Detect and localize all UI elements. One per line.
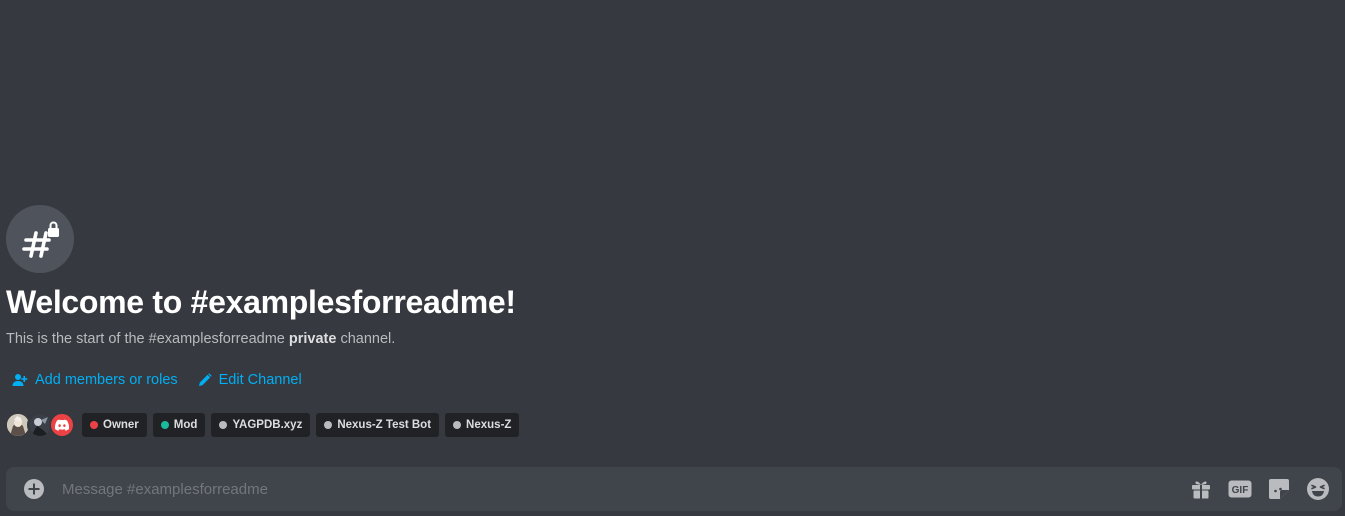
role-name: Nexus-Z Test Bot (337, 419, 432, 431)
add-members-icon (12, 374, 28, 386)
role-name: YAGPDB.xyz (232, 419, 303, 431)
gift-icon (1191, 481, 1210, 499)
sticker-icon (1268, 479, 1289, 499)
user-avatar-image (29, 414, 51, 436)
role-list: Owner Mod YAGPDB.xyz Nexus-Z Test Bot Ne… (82, 413, 520, 437)
welcome-description-suffix: channel. (336, 331, 396, 347)
gif-icon: GIF (1228, 480, 1251, 498)
welcome-description-private: private (288, 331, 337, 347)
role-color-dot (160, 421, 169, 429)
avatar[interactable] (49, 412, 75, 438)
role-pill-owner[interactable]: Owner (82, 413, 147, 437)
role-color-dot (324, 421, 333, 429)
member-avatars (5, 412, 75, 438)
welcome-description-prefix: This is the start of the #examplesforrea… (6, 331, 289, 347)
role-color-dot (453, 421, 462, 429)
gif-button[interactable]: GIF (1227, 477, 1252, 502)
role-color-dot (90, 421, 98, 429)
welcome-description: This is the start of the #examplesforrea… (6, 330, 395, 348)
edit-channel-label: Edit Channel (218, 372, 302, 388)
channel-view: Welcome to #examplesforreadme! This is t… (0, 0, 1345, 516)
composer-buttons: GIF (1188, 477, 1342, 502)
emoji-icon (1306, 478, 1329, 500)
add-members-button[interactable]: Add members or roles (12, 371, 178, 389)
discord-logo-icon (54, 419, 70, 431)
role-pill-mod[interactable]: Mod (152, 413, 206, 437)
message-composer: GIF (6, 467, 1342, 511)
gift-button[interactable] (1188, 477, 1213, 502)
emoji-button[interactable] (1305, 477, 1330, 502)
role-pill-nexus-z[interactable]: Nexus-Z (445, 413, 520, 437)
welcome-title: Welcome to #examplesforreadme! (6, 284, 516, 320)
plus-circle-icon (24, 479, 44, 499)
private-channel-icon (6, 205, 74, 273)
hash-lock-icon (22, 221, 59, 258)
add-members-label: Add members or roles (35, 372, 178, 388)
role-color-dot (219, 421, 228, 429)
role-name: Mod (173, 419, 198, 431)
pencil-icon (198, 373, 212, 386)
channel-actions: Add members or roles Edit Channel (12, 371, 302, 389)
attach-button[interactable] (6, 467, 62, 511)
gif-label: GIF (1231, 485, 1248, 496)
user-avatar-image (7, 414, 29, 436)
edit-channel-button[interactable]: Edit Channel (198, 371, 302, 389)
role-pill-nexus-z-test-bot[interactable]: Nexus-Z Test Bot (316, 413, 440, 437)
role-name: Owner (103, 419, 139, 431)
message-input[interactable] (62, 467, 1188, 511)
role-name: Nexus-Z (466, 419, 512, 431)
channel-members-row: Owner Mod YAGPDB.xyz Nexus-Z Test Bot Ne… (5, 412, 520, 438)
sticker-button[interactable] (1266, 477, 1291, 502)
role-pill-yagpdb[interactable]: YAGPDB.xyz (211, 413, 311, 437)
